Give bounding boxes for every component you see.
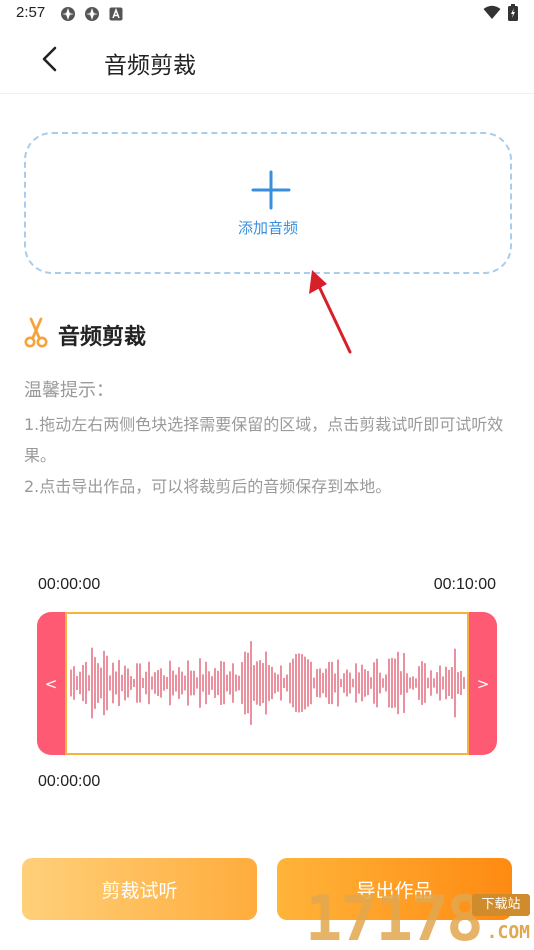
start-time-label: 00:00:00 — [38, 576, 101, 593]
plus-icon — [251, 170, 291, 214]
add-audio-button[interactable]: 添加音频 — [24, 132, 512, 274]
watermark-domain: .COM — [486, 922, 530, 943]
text-notification-icon — [109, 6, 123, 25]
watermark-logo: 17178 下载站 .COM — [305, 882, 534, 950]
battery-icon — [508, 4, 518, 25]
end-time-label: 00:10:00 — [433, 576, 496, 593]
current-time-label: 00:00:00 — [38, 773, 101, 790]
waveform-graphic — [70, 641, 465, 725]
left-handle-label: < — [44, 674, 58, 693]
watermark-digits: 17178 — [305, 882, 484, 950]
top-nav-bar: 音频剪裁 — [0, 28, 534, 94]
tips-body: 1.拖动左右两侧色块选择需要保留的区域，点击剪裁试听即可试听效果。 2.点击导出… — [24, 415, 504, 496]
scissors-icon — [24, 317, 48, 353]
right-trim-handle[interactable]: > — [469, 612, 497, 755]
watermark-tag: 下载站 — [472, 894, 530, 916]
status-time: 2:57 — [16, 4, 46, 21]
wifi-icon — [483, 5, 501, 24]
app-notification-icon — [60, 6, 76, 26]
waveform-trimmer: < > — [37, 612, 497, 755]
section-heading: 音频剪裁 — [24, 317, 147, 353]
app-notification-icon — [84, 6, 100, 26]
section-title: 音频剪裁 — [58, 325, 147, 350]
right-handle-label: > — [476, 674, 490, 693]
page-title: 音频剪裁 — [104, 53, 196, 79]
chevron-left-icon — [41, 46, 59, 76]
annotation-arrow-icon — [300, 262, 360, 361]
trim-preview-label: 剪裁试听 — [101, 879, 178, 902]
back-button[interactable] — [30, 42, 70, 80]
tips-title: 温馨提示： — [24, 380, 114, 401]
trim-preview-button[interactable]: 剪裁试听 — [22, 858, 257, 920]
status-bar: 2:57 — [0, 0, 534, 28]
add-audio-label: 添加音频 — [237, 219, 298, 237]
waveform-area[interactable] — [65, 612, 469, 755]
left-trim-handle[interactable]: < — [37, 612, 65, 755]
